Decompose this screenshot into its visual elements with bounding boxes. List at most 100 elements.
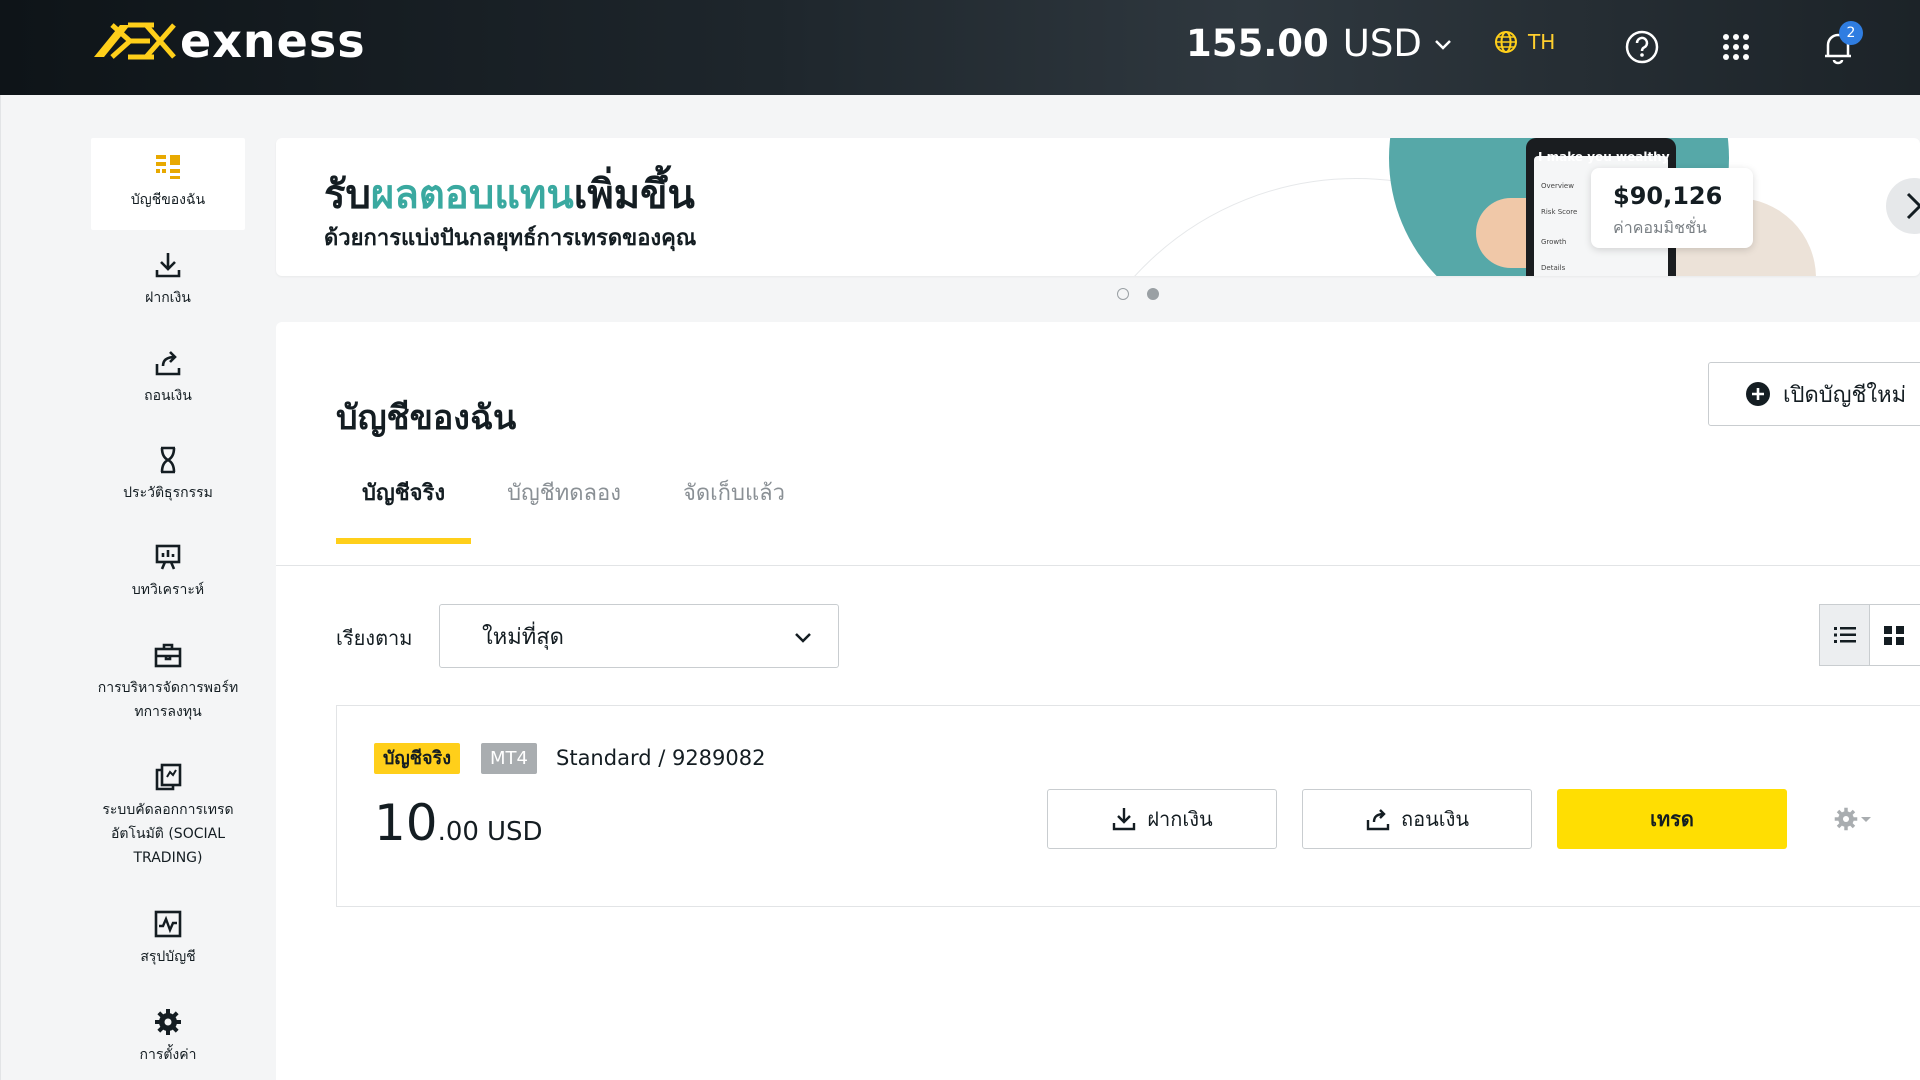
account-type-badge: บัญชีจริง xyxy=(374,743,460,774)
commission-value: $90,126 xyxy=(1613,182,1723,210)
sidebar-item-label: บทวิเคราะห์ xyxy=(131,582,205,598)
sidebar-item-label-line2: ทการลงทุน xyxy=(134,704,202,720)
tab-divider xyxy=(276,565,1920,566)
view-toggle xyxy=(1819,604,1920,666)
balance-integer: 10 xyxy=(374,794,438,852)
sidebar: บัญชีของฉัน ฝากเงิน ถอนเงิน ประวัติธุรกร… xyxy=(0,95,266,1080)
gear-icon xyxy=(1834,807,1858,831)
carousel-dot-1[interactable] xyxy=(1117,288,1129,300)
apps-grid-icon[interactable] xyxy=(1717,28,1755,66)
phone-row: Details xyxy=(1541,264,1566,272)
list-icon xyxy=(1833,627,1856,643)
grid-icon xyxy=(156,155,180,179)
help-icon[interactable] xyxy=(1623,28,1661,66)
banner-title: รับผลตอบแทนเพิ่มขึ้น xyxy=(324,162,695,226)
globe-icon xyxy=(1495,31,1517,53)
promo-banner[interactable]: รับผลตอบแทนเพิ่มขึ้น ด้วยการแบ่งปันกลยุท… xyxy=(276,138,1920,276)
trade-button[interactable]: เทรด xyxy=(1557,789,1787,849)
accounts-panel: บัญชีของฉัน เปิดบัญชีใหม่ บัญชีจริง บัญช… xyxy=(276,322,1920,1080)
chevron-down-icon xyxy=(795,633,811,643)
sidebar-item-label: บัญชีของฉัน xyxy=(130,192,206,208)
grid-view-icon xyxy=(1884,626,1905,645)
sidebar-item-social-trading[interactable]: ระบบคัดลอกการเทรด อัตโนมัติ (SOCIAL TRAD… xyxy=(91,762,245,870)
sidebar-item-summary[interactable]: สรุปบัญชี xyxy=(91,909,245,969)
open-new-account-label: เปิดบัญชีใหม่ xyxy=(1783,382,1907,408)
carousel-dots xyxy=(1117,288,1159,300)
sidebar-item-label: ถอนเงิน xyxy=(144,388,192,404)
banner-title-highlight: ผลตอบแทน xyxy=(370,172,574,218)
notification-badge: 2 xyxy=(1839,21,1863,45)
grid-view-button[interactable] xyxy=(1870,605,1920,665)
sidebar-item-label: ระบบคัดลอกการเทรด xyxy=(102,802,234,818)
exness-logo[interactable]: exness xyxy=(90,18,366,64)
sidebar-item-label: สรุปบัญชี xyxy=(140,949,196,965)
withdraw-label: ถอนเงิน xyxy=(1400,807,1470,831)
balance-decimal: .00 xyxy=(437,817,479,847)
commission-label: ค่าคอมมิชชั่น xyxy=(1613,218,1707,237)
sidebar-item-analytics[interactable]: บทวิเคราะห์ xyxy=(91,542,245,602)
top-header: exness 155.00 USD TH 2 xyxy=(0,0,1920,95)
sidebar-item-label-line2: อัตโนมัติ (SOCIAL xyxy=(110,826,225,842)
briefcase-icon xyxy=(154,643,182,668)
upload-icon xyxy=(155,351,181,376)
phone-heading: I make you wealthy xyxy=(1538,150,1670,164)
balance-currency: USD xyxy=(486,817,543,847)
sidebar-item-label: การตั้งค่า xyxy=(139,1047,197,1063)
plus-circle-icon xyxy=(1746,382,1770,406)
copy-icon xyxy=(155,763,182,791)
caret-down-icon xyxy=(1861,817,1871,822)
language-code: TH xyxy=(1528,30,1556,54)
sidebar-item-history[interactable]: ประวัติธุรกรรม xyxy=(91,445,245,505)
balance-currency: USD xyxy=(1342,22,1422,65)
account-balance: 10 .00 USD xyxy=(374,794,543,852)
language-selector[interactable]: TH xyxy=(1494,30,1555,54)
tab-archived[interactable]: จัดเก็บแล้ว xyxy=(657,462,811,544)
account-card: บัญชีจริง MT4 Standard / 9289082 10 .00 … xyxy=(336,705,1920,907)
upload-icon xyxy=(1366,809,1390,831)
banner-title-part1: รับ xyxy=(324,172,371,218)
commission-card: $90,126 ค่าคอมมิชชั่น xyxy=(1591,168,1753,248)
gear-icon xyxy=(155,1009,181,1035)
account-name: Standard / 9289082 xyxy=(556,746,766,770)
banner-subtitle: ด้วยการแบ่งปันกลยุทธ์การเทรดของคุณ xyxy=(324,226,697,251)
sidebar-item-label-line3: TRADING) xyxy=(133,850,203,866)
tab-demo[interactable]: บัญชีทดลอง xyxy=(481,462,647,544)
trade-label: เทรด xyxy=(1650,807,1694,831)
phone-row: Growth xyxy=(1541,238,1567,246)
list-view-button[interactable] xyxy=(1820,605,1871,665)
phone-row: Overview xyxy=(1541,182,1574,190)
download-icon xyxy=(155,253,181,278)
sidebar-item-label: การบริหารจัดการพอร์ท xyxy=(97,680,239,696)
carousel-dot-2[interactable] xyxy=(1147,288,1159,300)
sidebar-item-label: ฝากเงิน xyxy=(145,290,191,306)
deposit-label: ฝากเงิน xyxy=(1147,807,1213,831)
logo-text: exness xyxy=(180,14,366,68)
balance-dropdown[interactable]: 155.00 USD xyxy=(1186,22,1454,65)
account-settings-menu[interactable] xyxy=(1833,806,1873,832)
sidebar-item-deposit[interactable]: ฝากเงิน xyxy=(91,250,245,310)
withdraw-button[interactable]: ถอนเงิน xyxy=(1302,789,1532,849)
sort-value: ใหม่ที่สุด xyxy=(482,624,564,650)
deposit-button[interactable]: ฝากเงิน xyxy=(1047,789,1277,849)
open-new-account-button[interactable]: เปิดบัญชีใหม่ xyxy=(1708,362,1920,426)
presentation-icon xyxy=(155,544,181,570)
exness-logo-icon xyxy=(94,22,176,60)
chart-icon xyxy=(154,910,182,938)
chevron-down-icon xyxy=(1434,39,1451,50)
sidebar-item-withdraw[interactable]: ถอนเงิน xyxy=(91,348,245,408)
sidebar-item-settings[interactable]: การตั้งค่า xyxy=(91,1007,245,1067)
page-title: บัญชีของฉัน xyxy=(336,398,517,438)
account-tabs: บัญชีจริง บัญชีทดลอง จัดเก็บแล้ว xyxy=(336,462,811,544)
balance-amount: 155.00 xyxy=(1186,22,1329,65)
sort-dropdown[interactable]: ใหม่ที่สุด xyxy=(439,604,839,668)
sidebar-item-my-accounts[interactable]: บัญชีของฉัน xyxy=(91,138,245,230)
hourglass-icon xyxy=(160,446,176,474)
tab-real[interactable]: บัญชีจริง xyxy=(336,462,472,544)
banner-next-button[interactable] xyxy=(1886,178,1920,234)
platform-badge: MT4 xyxy=(481,743,537,774)
sidebar-item-portfolio-management[interactable]: การบริหารจัดการพอร์ท ทการลงทุน xyxy=(91,640,245,724)
sidebar-item-label: ประวัติธุรกรรม xyxy=(123,485,213,501)
download-icon xyxy=(1113,808,1136,831)
banner-title-part2: เพิ่มขึ้น xyxy=(573,172,695,218)
sort-label: เรียงตาม xyxy=(336,626,413,650)
